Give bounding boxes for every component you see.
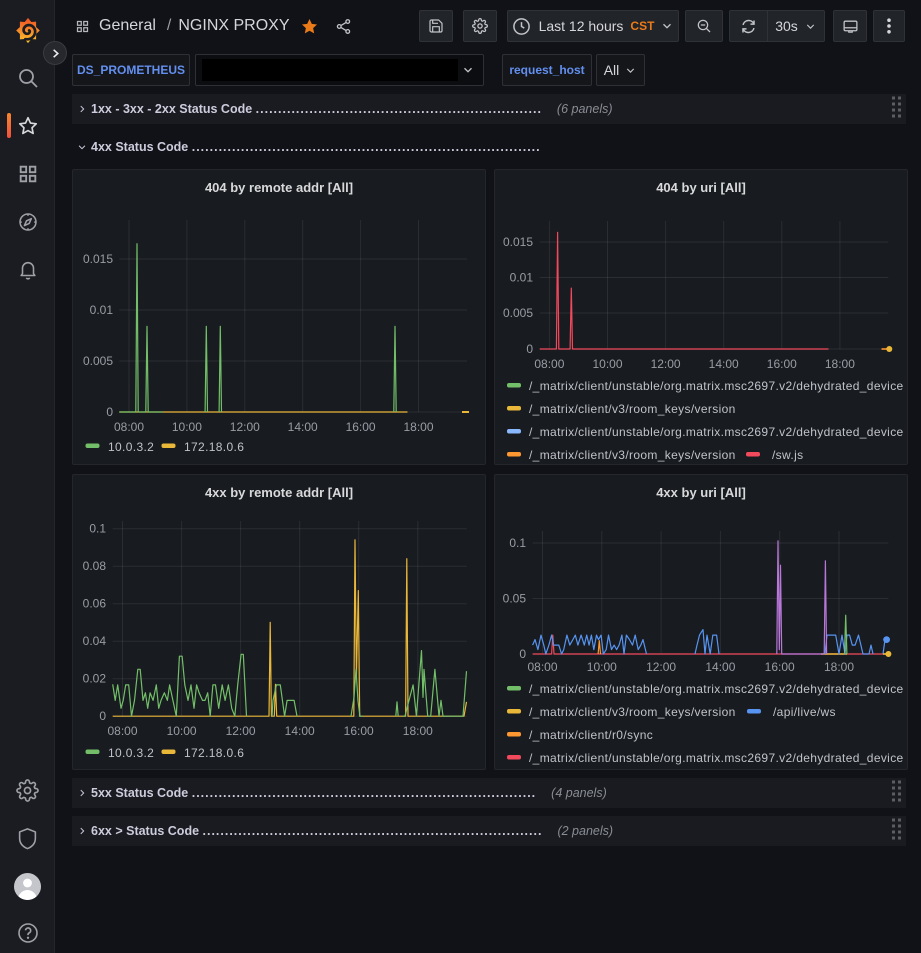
svg-text:0.005: 0.005 xyxy=(503,306,533,320)
svg-text:08:00: 08:00 xyxy=(534,357,564,371)
svg-text:0: 0 xyxy=(99,709,106,723)
svg-text:/api/live/ws: /api/live/ws xyxy=(773,705,836,719)
svg-text:0.05: 0.05 xyxy=(503,592,527,606)
svg-text:/_matrix/client/unstable/org.m: /_matrix/client/unstable/org.matrix.msc2… xyxy=(529,379,904,393)
svg-text:18:00: 18:00 xyxy=(824,660,854,674)
svg-text:0.08: 0.08 xyxy=(83,559,107,573)
svg-text:0.06: 0.06 xyxy=(83,597,107,611)
svg-text:0: 0 xyxy=(519,647,526,661)
svg-text:0.005: 0.005 xyxy=(83,354,113,368)
svg-text:0.1: 0.1 xyxy=(89,522,106,536)
svg-text:14:00: 14:00 xyxy=(285,724,315,738)
svg-text:16:00: 16:00 xyxy=(767,357,797,371)
svg-text:10:00: 10:00 xyxy=(167,724,197,738)
svg-text:0.04: 0.04 xyxy=(83,634,107,648)
svg-text:/_matrix/client/v3/room_keys/v: /_matrix/client/v3/room_keys/version xyxy=(529,705,736,719)
svg-text:10.0.3.2: 10.0.3.2 xyxy=(108,746,154,760)
svg-text:172.18.0.6: 172.18.0.6 xyxy=(184,746,244,760)
svg-text:10:00: 10:00 xyxy=(172,420,202,434)
svg-text:08:00: 08:00 xyxy=(527,660,557,674)
svg-text:0.015: 0.015 xyxy=(83,252,113,266)
svg-text:18:00: 18:00 xyxy=(825,357,855,371)
svg-text:16:00: 16:00 xyxy=(765,660,795,674)
svg-text:0.015: 0.015 xyxy=(503,235,533,249)
svg-text:/sw.js: /sw.js xyxy=(772,448,803,462)
svg-text:12:00: 12:00 xyxy=(646,660,676,674)
svg-text:/_matrix/client/v3/room_keys/v: /_matrix/client/v3/room_keys/version xyxy=(529,448,736,462)
svg-text:08:00: 08:00 xyxy=(114,420,144,434)
svg-text:/_matrix/client/r0/sync: /_matrix/client/r0/sync xyxy=(529,728,653,742)
svg-text:14:00: 14:00 xyxy=(705,660,735,674)
svg-text:12:00: 12:00 xyxy=(651,357,681,371)
svg-text:18:00: 18:00 xyxy=(403,420,433,434)
svg-text:0.01: 0.01 xyxy=(90,303,114,317)
svg-text:12:00: 12:00 xyxy=(226,724,256,738)
svg-text:18:00: 18:00 xyxy=(403,724,433,738)
svg-text:10:00: 10:00 xyxy=(592,357,622,371)
svg-text:0.02: 0.02 xyxy=(83,672,107,686)
svg-text:14:00: 14:00 xyxy=(709,357,739,371)
svg-text:/_matrix/client/unstable/org.m: /_matrix/client/unstable/org.matrix.msc2… xyxy=(529,425,904,439)
svg-text:/_matrix/client/v3/room_keys/v: /_matrix/client/v3/room_keys/version xyxy=(529,402,736,416)
svg-text:172.18.0.6: 172.18.0.6 xyxy=(184,440,244,454)
svg-text:16:00: 16:00 xyxy=(344,724,374,738)
svg-text:08:00: 08:00 xyxy=(107,724,137,738)
svg-text:0: 0 xyxy=(526,342,533,356)
svg-text:12:00: 12:00 xyxy=(230,420,260,434)
svg-text:16:00: 16:00 xyxy=(346,420,376,434)
svg-text:0.1: 0.1 xyxy=(509,536,526,550)
svg-text:/_matrix/client/unstable/org.m: /_matrix/client/unstable/org.matrix.msc2… xyxy=(529,682,904,696)
svg-text:/_matrix/client/unstable/org.m: /_matrix/client/unstable/org.matrix.msc2… xyxy=(529,751,904,765)
svg-text:10.0.3.2: 10.0.3.2 xyxy=(108,440,154,454)
svg-text:10:00: 10:00 xyxy=(587,660,617,674)
svg-text:0: 0 xyxy=(106,405,113,419)
svg-text:0.01: 0.01 xyxy=(510,271,534,285)
svg-text:14:00: 14:00 xyxy=(288,420,318,434)
